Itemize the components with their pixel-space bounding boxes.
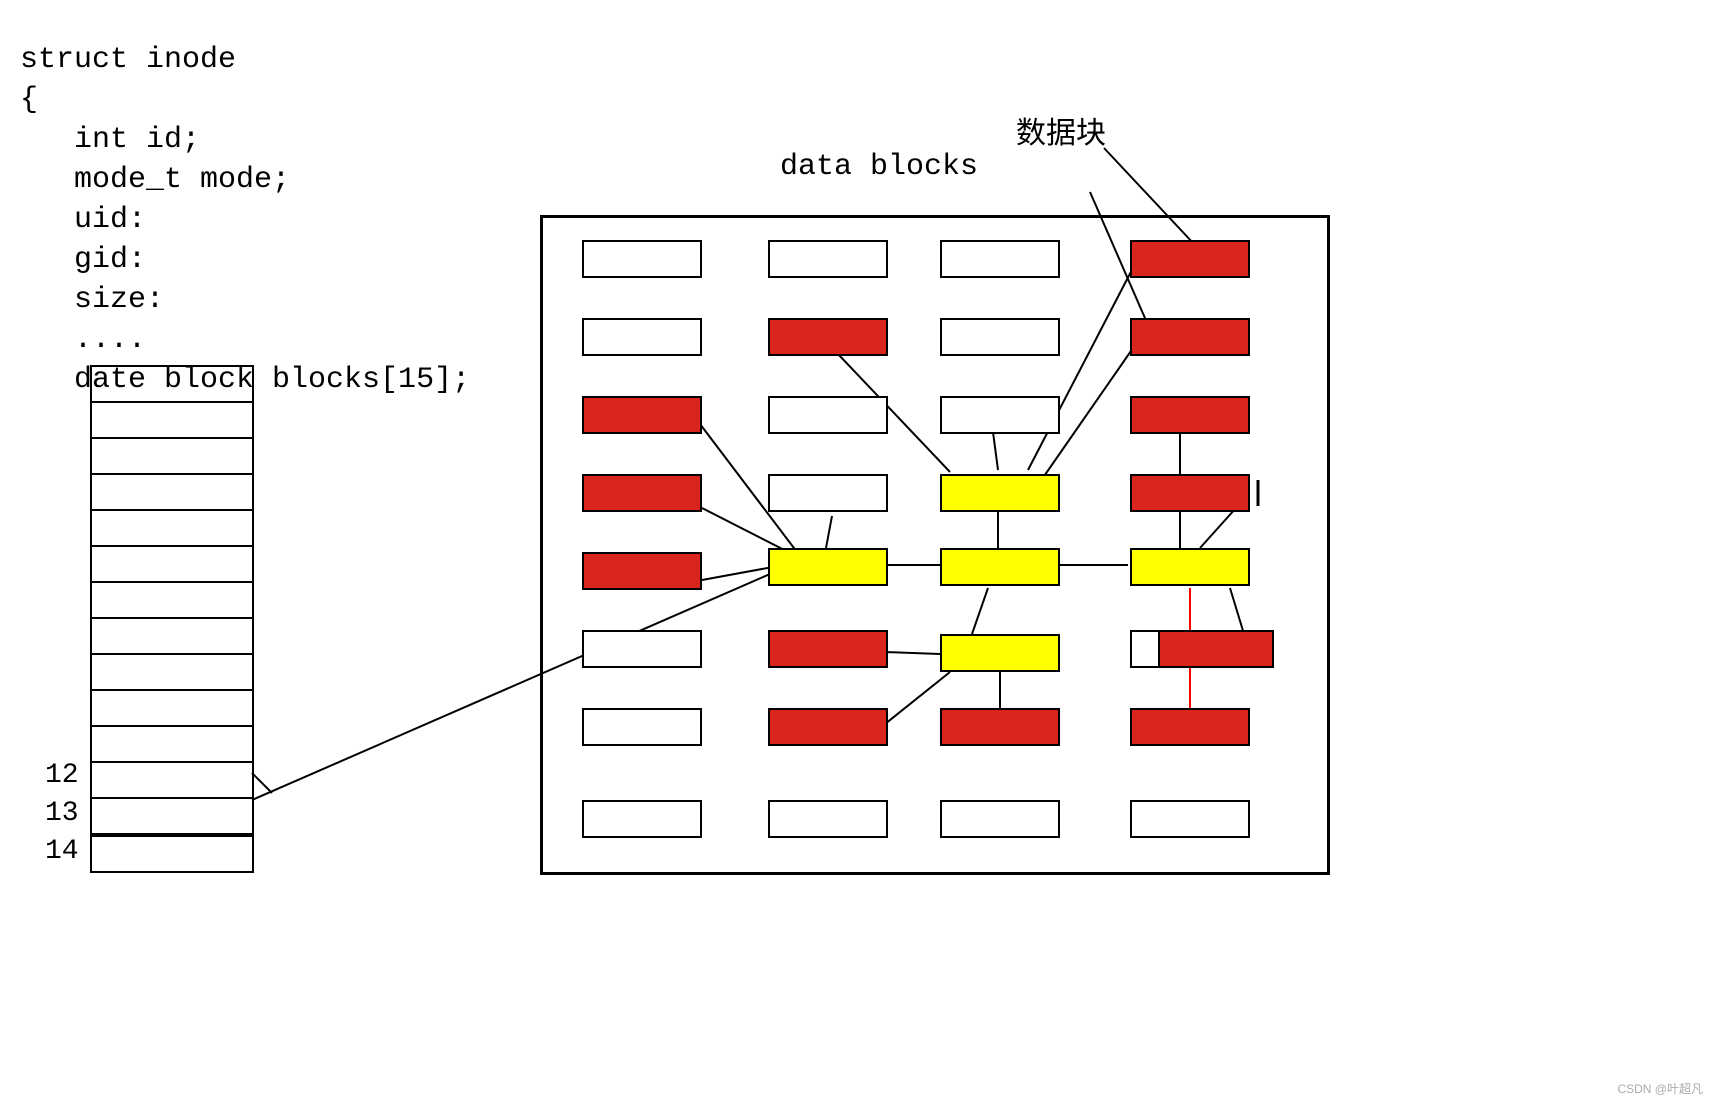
data-block xyxy=(582,396,702,434)
array-cell xyxy=(92,511,252,547)
code-line: mode_t mode; xyxy=(20,163,290,197)
data-block xyxy=(1130,548,1250,586)
data-block xyxy=(940,396,1060,434)
annotation-label: 数据块 xyxy=(1016,108,1106,153)
code-line: size: xyxy=(20,283,164,317)
array-cell xyxy=(92,619,252,655)
data-block xyxy=(940,318,1060,356)
array-cell xyxy=(92,837,252,871)
code-line: .... xyxy=(20,323,146,357)
array-cell xyxy=(92,403,252,439)
data-block xyxy=(1130,396,1250,434)
data-block xyxy=(582,552,702,590)
data-block xyxy=(1154,630,1274,668)
code-line: int id; xyxy=(20,123,200,157)
data-block xyxy=(582,474,702,512)
array-cell xyxy=(92,763,252,799)
data-block xyxy=(768,396,888,434)
data-block xyxy=(582,240,702,278)
array-cell xyxy=(92,583,252,619)
struct-code: struct inode { int id; mode_t mode; uid:… xyxy=(20,0,470,400)
data-block xyxy=(940,548,1060,586)
data-block xyxy=(768,240,888,278)
data-blocks-title: data blocks xyxy=(780,150,978,184)
watermark: CSDN @叶超凡 xyxy=(1617,1080,1703,1097)
array-cell xyxy=(92,655,252,691)
data-block-fragment xyxy=(1130,630,1160,668)
array-cell xyxy=(92,799,252,837)
array-cell xyxy=(92,475,252,511)
index-label-12: 12 xyxy=(45,760,79,791)
data-block xyxy=(768,474,888,512)
array-cell xyxy=(92,367,252,403)
data-block xyxy=(940,474,1060,512)
data-block xyxy=(768,630,888,668)
array-cell xyxy=(92,439,252,475)
data-block xyxy=(1130,800,1250,838)
code-line: gid: xyxy=(20,243,146,277)
data-block xyxy=(1130,708,1250,746)
data-block xyxy=(768,548,888,586)
data-block xyxy=(1130,240,1250,278)
index-label-13: 13 xyxy=(45,798,79,829)
data-block xyxy=(1130,318,1250,356)
data-block xyxy=(582,318,702,356)
data-blocks-box xyxy=(540,215,1330,875)
data-block xyxy=(768,800,888,838)
data-block xyxy=(582,708,702,746)
code-line: uid: xyxy=(20,203,146,237)
code-line: struct inode xyxy=(20,43,236,77)
data-block xyxy=(940,240,1060,278)
data-block xyxy=(582,630,702,668)
data-block xyxy=(768,708,888,746)
code-line: { xyxy=(20,83,38,117)
array-cell xyxy=(92,547,252,583)
data-block xyxy=(940,800,1060,838)
data-block xyxy=(940,634,1060,672)
data-block xyxy=(768,318,888,356)
data-block xyxy=(1130,474,1250,512)
array-cell xyxy=(92,691,252,727)
data-block xyxy=(582,800,702,838)
blocks-array xyxy=(90,365,254,873)
index-label-14: 14 xyxy=(45,836,79,867)
data-block xyxy=(940,708,1060,746)
array-cell xyxy=(92,727,252,763)
